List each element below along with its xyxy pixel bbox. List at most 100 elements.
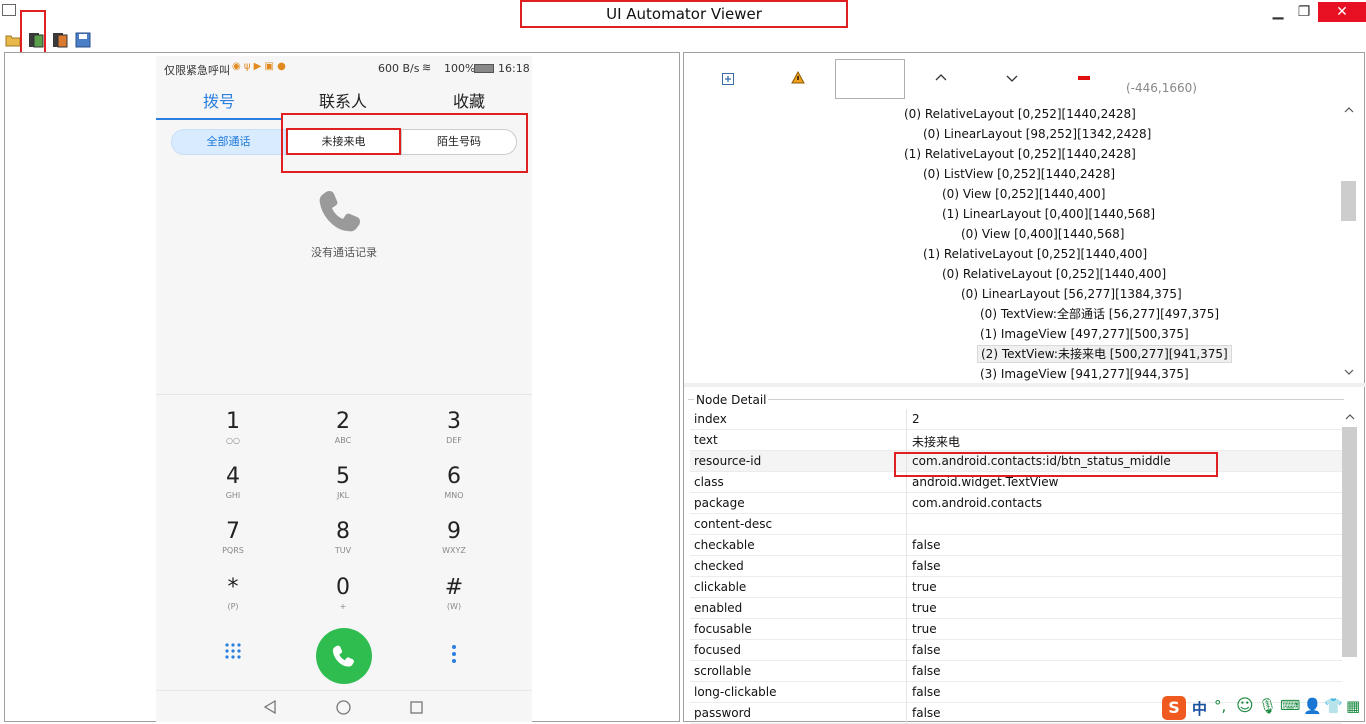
more-options-icon[interactable] <box>450 644 458 664</box>
key-letters: TUV <box>334 546 352 555</box>
save-icon[interactable] <box>75 32 91 48</box>
detail-row[interactable]: index 2 <box>690 409 1342 430</box>
minimize-button[interactable]: ▁ <box>1268 2 1288 22</box>
tree-node-selected[interactable]: (2) TextView:未接来电 [500,277][941,375] <box>977 345 1232 363</box>
home-icon[interactable] <box>336 700 351 715</box>
detail-key: enabled <box>694 601 743 615</box>
detail-key: checkable <box>694 538 755 552</box>
user-icon[interactable]: 👤 <box>1303 697 1322 715</box>
detail-row[interactable]: text 未接来电 <box>690 430 1342 451</box>
column-separator <box>906 535 907 556</box>
detail-key: long-clickable <box>694 685 777 699</box>
detail-row[interactable]: checked false <box>690 556 1342 577</box>
status-speed: 600 B/s <box>378 62 420 75</box>
detail-row[interactable]: enabled true <box>690 598 1342 619</box>
keyboard-icon[interactable]: ⌨ <box>1280 698 1300 714</box>
cursor-coordinates: (-446,1660) <box>1126 81 1197 95</box>
ime-mode-label[interactable]: 中 <box>1192 698 1207 719</box>
key-1[interactable]: 1 ○○ <box>178 409 288 447</box>
key-3[interactable]: 3 DEF <box>399 409 509 447</box>
phone-icon <box>319 190 361 232</box>
scroll-up-icon[interactable] <box>1344 107 1354 113</box>
key-0[interactable]: 0 + <box>288 575 398 613</box>
key-letters: GHI <box>225 491 241 500</box>
column-separator <box>906 577 907 598</box>
detail-row[interactable]: scrollable false <box>690 661 1342 682</box>
dialpad-grid-icon[interactable] <box>224 642 242 660</box>
expand-all-icon[interactable] <box>722 73 734 85</box>
scroll-up-icon[interactable] <box>1345 414 1355 420</box>
microphone-icon[interactable]: 🎙 <box>1258 697 1277 715</box>
scrollbar-thumb[interactable] <box>1342 427 1357 657</box>
detail-key: password <box>694 706 751 720</box>
detail-row[interactable]: focusable true <box>690 619 1342 640</box>
search-field[interactable] <box>835 59 905 99</box>
detail-row[interactable]: clickable true <box>690 577 1342 598</box>
segment-all-calls[interactable]: 全部通话 <box>171 129 286 155</box>
tree-node[interactable]: (1) RelativeLayout [0,252][1440,400] <box>923 246 1147 262</box>
recents-icon[interactable] <box>410 701 423 714</box>
hierarchy-tree[interactable]: (0) RelativeLayout [0,252][1440,2428] (0… <box>691 103 1351 381</box>
key-7[interactable]: 7 PQRS <box>178 519 288 557</box>
detail-key: resource-id <box>694 454 762 468</box>
emoji-icon[interactable]: ☺ <box>1236 696 1254 716</box>
key-8[interactable]: 8 TUV <box>288 519 398 557</box>
detail-value: false <box>912 559 941 573</box>
key-hash[interactable]: # (W) <box>399 575 509 613</box>
clear-search-icon[interactable] <box>1078 76 1090 80</box>
tree-node[interactable]: (0) LinearLayout [56,277][1384,375] <box>961 286 1182 302</box>
call-button[interactable] <box>316 628 372 684</box>
back-icon[interactable] <box>263 700 277 714</box>
tab-favorites[interactable]: 收藏 <box>419 88 519 112</box>
warning-icon[interactable] <box>791 71 805 84</box>
column-separator <box>906 598 907 619</box>
column-separator <box>906 514 907 535</box>
detail-row[interactable]: focused false <box>690 640 1342 661</box>
skin-shirt-icon[interactable]: 👕 <box>1324 697 1343 715</box>
key-9[interactable]: 9 WXYZ <box>399 519 509 557</box>
punctuation-icon[interactable]: °, <box>1214 697 1226 715</box>
key-digit: 3 <box>447 409 461 434</box>
tab-contacts[interactable]: 联系人 <box>293 88 393 112</box>
chevron-down-icon[interactable] <box>1006 75 1018 83</box>
tree-node[interactable]: (1) RelativeLayout [0,252][1440,2428] <box>904 146 1136 162</box>
tree-node[interactable]: (0) RelativeLayout [0,252][1440,2428] <box>904 106 1136 122</box>
detail-value: 2 <box>912 412 920 426</box>
key-star[interactable]: * (P) <box>178 575 288 613</box>
column-separator <box>906 619 907 640</box>
tree-node[interactable]: (0) RelativeLayout [0,252][1440,400] <box>942 266 1166 282</box>
sogou-logo-icon[interactable]: S <box>1162 696 1186 720</box>
tree-node[interactable]: (3) ImageView [941,277][944,375] <box>980 366 1189 381</box>
open-folder-icon[interactable] <box>5 32 21 48</box>
restore-button[interactable]: ❐ <box>1294 2 1314 22</box>
scroll-down-icon[interactable] <box>1344 369 1354 375</box>
chevron-up-icon[interactable] <box>935 73 947 81</box>
key-6[interactable]: 6 MNO <box>399 464 509 502</box>
tab-dial[interactable]: 拨号 <box>169 88 269 112</box>
tree-node[interactable]: (0) View [0,252][1440,400] <box>942 186 1105 202</box>
active-tab-indicator <box>156 118 282 120</box>
tree-node[interactable]: (1) ImageView [497,277][500,375] <box>980 326 1189 342</box>
detail-value: 未接来电 <box>912 435 961 449</box>
tree-node[interactable]: (0) LinearLayout [98,252][1342,2428] <box>923 126 1151 142</box>
key-2[interactable]: 2 ABC <box>288 409 398 447</box>
key-4[interactable]: 4 GHI <box>178 464 288 502</box>
close-button[interactable]: ✕ <box>1318 2 1366 22</box>
tree-node[interactable]: (0) View [0,400][1440,568] <box>961 226 1124 242</box>
detail-scrollbar[interactable] <box>1342 409 1359 723</box>
toolbox-grid-icon[interactable]: ▦ <box>1346 697 1360 715</box>
window-title: UI Automator Viewer <box>520 0 848 28</box>
tree-node[interactable]: (1) LinearLayout [0,400][1440,568] <box>942 206 1155 222</box>
key-letters: MNO <box>444 491 464 500</box>
detail-value: false <box>912 706 941 720</box>
tree-node[interactable]: (0) TextView:全部通话 [56,277][497,375] <box>980 306 1219 322</box>
scrollbar-thumb[interactable] <box>1341 181 1356 221</box>
key-5[interactable]: 5 JKL <box>288 464 398 502</box>
tree-node[interactable]: (0) ListView [0,252][1440,2428] <box>923 166 1115 182</box>
detail-key: focusable <box>694 622 752 636</box>
device-screenshot-compressed-icon[interactable] <box>52 32 68 48</box>
tree-scrollbar[interactable] <box>1341 103 1358 381</box>
detail-row[interactable]: checkable false <box>690 535 1342 556</box>
detail-row[interactable]: content-desc <box>690 514 1342 535</box>
detail-row[interactable]: package com.android.contacts <box>690 493 1342 514</box>
